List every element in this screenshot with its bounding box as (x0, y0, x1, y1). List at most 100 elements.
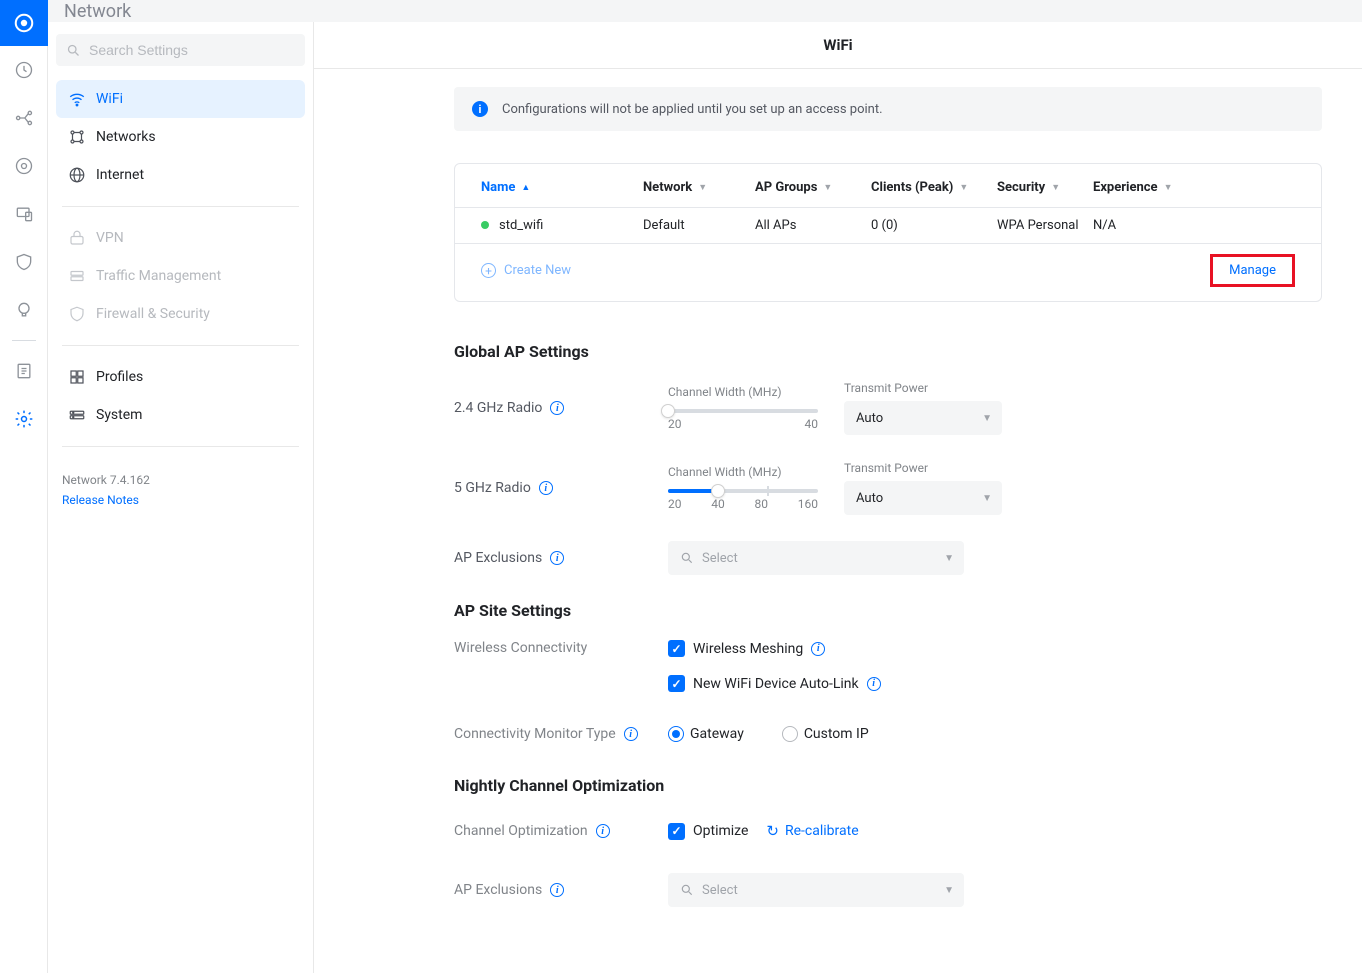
settings-sidebar: WiFi Networks Internet VPN Traffic (48, 22, 314, 973)
nightly-ap-exclusions-select[interactable]: Select▼ (668, 873, 964, 907)
sidebar-item-profiles[interactable]: Profiles (56, 358, 305, 396)
chevron-down-icon: ▼ (823, 182, 832, 193)
rail-topology-icon[interactable] (0, 94, 48, 142)
release-notes-link[interactable]: Release Notes (62, 493, 299, 507)
traffic-icon (68, 267, 86, 285)
search-icon (680, 551, 694, 565)
search-input[interactable] (89, 42, 295, 58)
sidebar-item-label: Traffic Management (96, 268, 221, 284)
col-clients[interactable]: Clients (Peak)▼ (871, 180, 997, 195)
checkbox-icon: ✓ (668, 823, 685, 840)
label-nightly-ap-exclusions: AP Exclusionsi (454, 882, 668, 898)
app-title: Network (64, 1, 131, 22)
info-icon[interactable]: i (867, 677, 881, 691)
app-logo[interactable] (0, 0, 48, 46)
table-row[interactable]: std_wifi Default All APs 0 (0) WPA Perso… (455, 208, 1321, 244)
label-5ghz: 5 GHz Radioi (454, 480, 668, 496)
profiles-icon (68, 368, 86, 386)
ap-exclusions-select[interactable]: Select▼ (668, 541, 964, 575)
col-name[interactable]: Name▲ (481, 180, 643, 195)
rail-insights-icon[interactable] (0, 286, 48, 334)
recalibrate-button[interactable]: ↻Re-calibrate (766, 822, 858, 840)
wifi-table-card: Name▲ Network▼ AP Groups▼ Clients (Peak)… (454, 163, 1322, 302)
section-nightly-title: Nightly Channel Optimization (454, 776, 1322, 795)
sidebar-separator (62, 446, 299, 447)
label-channel-opt: Channel Optimizationi (454, 823, 668, 839)
topbar: Network (48, 0, 1362, 22)
sidebar-item-vpn: VPN (56, 219, 305, 257)
firewall-icon (68, 305, 86, 323)
page-title: WiFi (314, 22, 1362, 69)
sidebar-separator (62, 206, 299, 207)
cell-security: WPA Personal (997, 218, 1093, 233)
chevron-down-icon: ▼ (1164, 182, 1173, 193)
search-box[interactable] (56, 34, 305, 66)
refresh-icon: ↻ (766, 822, 779, 840)
manage-button[interactable]: Manage (1210, 254, 1295, 287)
sidebar-item-label: WiFi (96, 91, 123, 107)
sidebar-item-label: Profiles (96, 369, 143, 385)
search-icon (680, 883, 694, 897)
sidebar-item-networks[interactable]: Networks (56, 118, 305, 156)
info-icon[interactable]: i (624, 727, 638, 741)
rail-dashboard-icon[interactable] (0, 46, 48, 94)
info-icon[interactable]: i (550, 401, 564, 415)
rail-logs-icon[interactable] (0, 347, 48, 395)
tp-label: Transmit Power (844, 461, 1002, 475)
checkbox-icon: ✓ (668, 675, 685, 692)
info-icon[interactable]: i (539, 481, 553, 495)
rail-security-icon[interactable] (0, 238, 48, 286)
section-ap-site-title: AP Site Settings (454, 601, 1322, 620)
rail-clients-icon[interactable] (0, 190, 48, 238)
version-text: Network 7.4.162 (62, 473, 299, 487)
table-header: Name▲ Network▼ AP Groups▼ Clients (Peak)… (455, 164, 1321, 208)
info-icon: i (472, 101, 488, 117)
slider-5ghz[interactable]: Channel Width (MHz) 204080160 (668, 465, 818, 511)
sidebar-item-traffic: Traffic Management (56, 257, 305, 295)
radio-icon (782, 726, 798, 742)
chevron-down-icon: ▼ (1051, 182, 1060, 193)
plus-circle-icon: + (481, 263, 496, 278)
checkbox-optimize[interactable]: ✓Optimize (668, 823, 748, 840)
slider-label: Channel Width (MHz) (668, 385, 818, 399)
sidebar-item-firewall: Firewall & Security (56, 295, 305, 333)
col-experience[interactable]: Experience▼ (1093, 180, 1295, 195)
transmit-power-24-select[interactable]: Auto▼ (844, 401, 1002, 435)
checkbox-meshing[interactable]: ✓Wireless Meshingi (668, 640, 825, 657)
label-ap-exclusions: AP Exclusionsi (454, 550, 668, 566)
info-icon[interactable]: i (811, 642, 825, 656)
sidebar-separator (62, 345, 299, 346)
sidebar-item-wifi[interactable]: WiFi (56, 80, 305, 118)
sidebar-item-label: Firewall & Security (96, 306, 210, 322)
rail-devices-icon[interactable] (0, 142, 48, 190)
col-ap-groups[interactable]: AP Groups▼ (755, 180, 871, 195)
system-icon (68, 406, 86, 424)
rail-separator (12, 340, 36, 341)
sidebar-item-label: VPN (96, 230, 124, 246)
info-icon[interactable]: i (550, 551, 564, 565)
create-new-button[interactable]: + Create New (481, 263, 571, 278)
transmit-power-5-select[interactable]: Auto▼ (844, 481, 1002, 515)
sidebar-item-internet[interactable]: Internet (56, 156, 305, 194)
checkbox-autolink[interactable]: ✓New WiFi Device Auto-Linki (668, 675, 881, 692)
page-content: WiFi i Configurations will not be applie… (314, 22, 1362, 973)
cell-network: Default (643, 218, 755, 233)
sidebar-item-label: Internet (96, 167, 144, 183)
checkbox-icon: ✓ (668, 640, 685, 657)
col-network[interactable]: Network▼ (643, 180, 755, 195)
chevron-down-icon: ▼ (982, 493, 992, 504)
radio-custom-ip[interactable]: Custom IP (782, 726, 869, 742)
sidebar-item-system[interactable]: System (56, 396, 305, 434)
sidebar-item-label: Networks (96, 129, 156, 145)
info-icon[interactable]: i (596, 824, 610, 838)
label-24ghz: 2.4 GHz Radioi (454, 400, 668, 416)
label-conn-monitor: Connectivity Monitor Typei (454, 726, 668, 742)
rail-settings-icon[interactable] (0, 395, 48, 443)
label-wireless-conn: Wireless Connectivity (454, 640, 668, 656)
radio-gateway[interactable]: Gateway (668, 726, 744, 742)
slider-label: Channel Width (MHz) (668, 465, 818, 479)
col-security[interactable]: Security▼ (997, 180, 1093, 195)
chevron-down-icon: ▼ (944, 553, 954, 564)
info-icon[interactable]: i (550, 883, 564, 897)
slider-24ghz[interactable]: Channel Width (MHz) 2040 (668, 385, 818, 431)
